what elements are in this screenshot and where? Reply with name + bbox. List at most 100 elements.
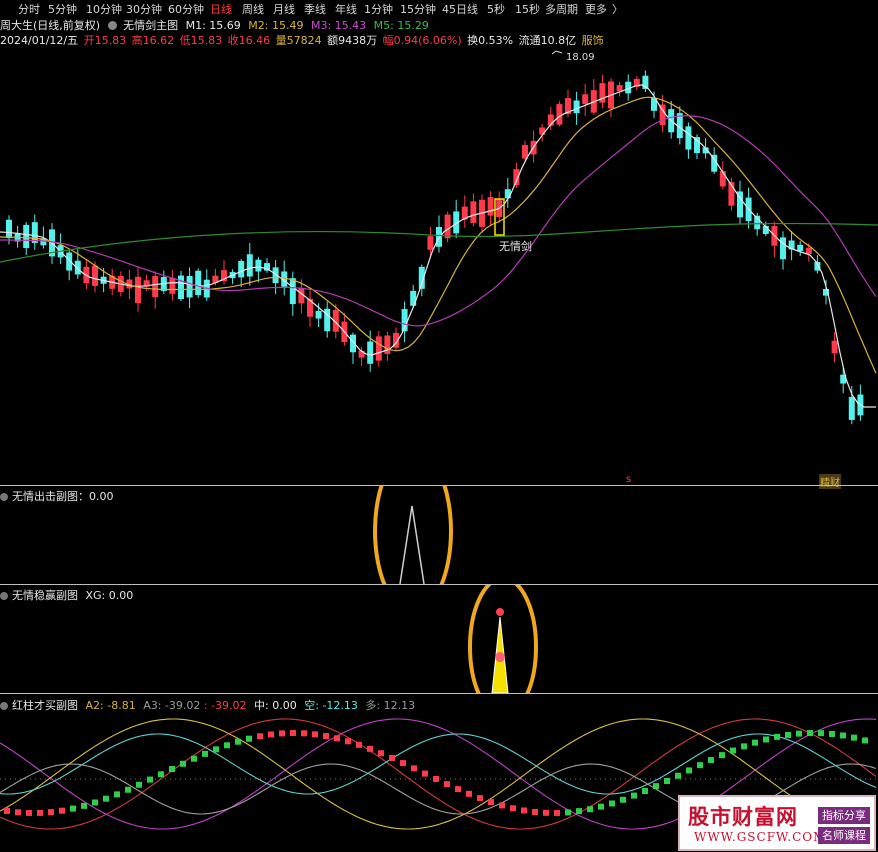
panel2-chart[interactable]: [0, 585, 878, 694]
signal-square: [752, 739, 758, 746]
quote-change: 幅0.94(6.06%): [382, 34, 462, 47]
signal-square: [543, 809, 549, 816]
period-tab[interactable]: 60分钟: [168, 1, 204, 17]
candle-body: [573, 100, 580, 114]
signal-square: [312, 731, 318, 738]
ma-m1: M1: 15.69: [185, 19, 241, 32]
signal-square: [268, 731, 274, 738]
signal-spike: [399, 505, 425, 584]
signal-square: [4, 807, 10, 814]
period-tab[interactable]: 年线: [335, 1, 357, 17]
trading-app: 分时 5分钟 10分钟 30分钟 60分钟 日线 周线 月线 季线 年线 1分钟…: [0, 0, 878, 852]
signal-square: [455, 786, 461, 793]
more-arrow-icon[interactable]: 〉: [612, 1, 623, 17]
signal-square: [653, 783, 659, 790]
candle-body: [616, 85, 623, 92]
signal-square: [642, 788, 648, 795]
signal-square: [554, 809, 560, 816]
signal-square: [356, 741, 362, 748]
signal-square: [378, 750, 384, 757]
signal-square: [664, 778, 670, 785]
signal-square: [37, 809, 43, 816]
signal-dot-top: [496, 608, 504, 616]
candle-body: [31, 222, 38, 243]
period-tab[interactable]: 分时: [18, 1, 40, 17]
highlight-ring: [373, 486, 453, 584]
candle-body: [255, 259, 262, 272]
period-tab[interactable]: 月线: [273, 1, 295, 17]
signal-square: [488, 799, 494, 806]
candle-body: [324, 308, 331, 332]
quote-amount: 额9438万: [327, 34, 378, 47]
wave-cyan: [0, 733, 877, 795]
signal-square: [279, 730, 285, 737]
signal-square: [422, 770, 428, 777]
period-tab[interactable]: 10分钟: [86, 1, 122, 17]
signal-square: [301, 730, 307, 737]
signal-square: [400, 760, 406, 767]
signal-square: [15, 809, 21, 816]
main-candlestick-chart[interactable]: [0, 47, 878, 485]
signal-square: [81, 802, 87, 809]
candle-body: [289, 278, 296, 305]
period-tab[interactable]: 45日线: [442, 1, 478, 17]
period-tab[interactable]: 5分钟: [48, 1, 77, 17]
period-tab[interactable]: 周线: [242, 1, 264, 17]
candle-body: [436, 226, 442, 247]
signal-square: [719, 752, 725, 759]
signal-square: [92, 799, 98, 806]
period-tab[interactable]: 5秒: [487, 1, 505, 17]
signal-square: [785, 731, 791, 738]
candle-body: [805, 247, 812, 254]
period-tab[interactable]: 季线: [304, 1, 326, 17]
candle-body: [169, 277, 176, 294]
signal-square: [103, 795, 109, 802]
candle-body: [685, 126, 692, 150]
indicator-toggle-icon[interactable]: [107, 21, 117, 30]
signal-square: [708, 757, 714, 764]
signal-square: [345, 738, 351, 745]
period-tab[interactable]: 15分钟: [400, 1, 436, 17]
signal-square: [224, 742, 230, 749]
candle-body: [694, 137, 700, 154]
candle-body: [582, 94, 589, 104]
candle-body: [556, 104, 563, 125]
signal-square: [235, 738, 241, 745]
quote-open: 开15.83: [83, 34, 127, 47]
period-tab[interactable]: 30分钟: [126, 1, 162, 17]
signal-square: [70, 805, 76, 812]
period-tab[interactable]: 多周期: [545, 1, 578, 17]
candle-body: [6, 219, 12, 239]
period-tab[interactable]: 更多: [585, 1, 607, 17]
candle-body: [135, 276, 141, 304]
indicator-name[interactable]: 无情剑主图: [123, 19, 178, 32]
period-tab[interactable]: 1分钟: [364, 1, 393, 17]
quote-date: 2024/01/12/五: [0, 34, 79, 47]
signal-square: [565, 809, 571, 816]
signal-square: [477, 795, 483, 802]
watermark-tag: 指标分享: [818, 807, 870, 824]
candle-body: [178, 275, 184, 300]
quote-info-row: 2024/01/12/五 开15.83 高16.62 低15.83 收16.46…: [0, 32, 608, 47]
quote-low: 低15.83: [179, 34, 223, 47]
signal-square: [334, 735, 340, 742]
signal-square: [862, 737, 868, 744]
candle-body: [23, 224, 30, 249]
signal-square: [158, 771, 164, 778]
signal-square: [136, 781, 142, 788]
signal-square: [521, 807, 527, 814]
signal-square: [26, 809, 32, 816]
candle-body: [797, 244, 804, 251]
candle-body: [375, 336, 382, 361]
signal-square: [213, 746, 219, 753]
candle-body: [487, 197, 494, 216]
signal-square: [598, 803, 604, 810]
candle-body: [74, 260, 81, 275]
signal-square: [191, 755, 197, 762]
period-tab[interactable]: 15秒: [515, 1, 540, 17]
signal-square: [257, 733, 263, 740]
signal-square: [774, 733, 780, 740]
panel1-chart[interactable]: [0, 486, 878, 584]
candle-body: [470, 201, 477, 223]
period-tab-active[interactable]: 日线: [210, 1, 232, 17]
